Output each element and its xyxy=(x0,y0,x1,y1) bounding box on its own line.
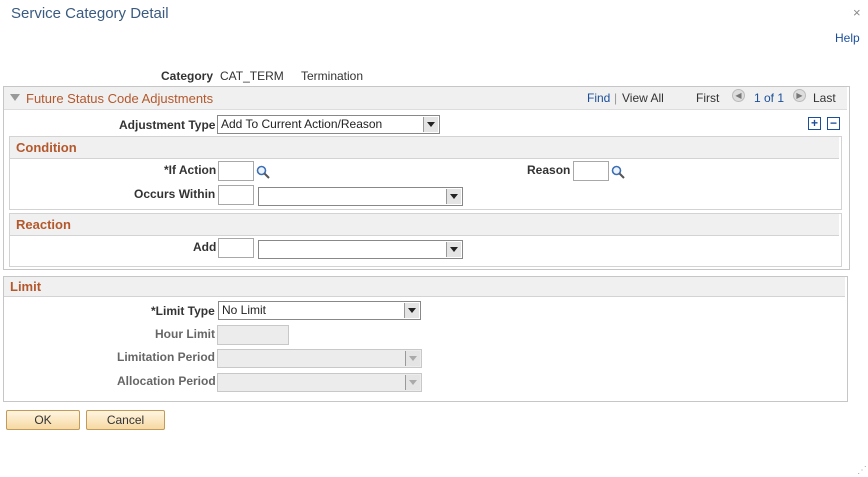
last-label: Last xyxy=(813,91,836,105)
hour-limit-input xyxy=(217,325,289,345)
ok-button[interactable]: OK xyxy=(6,410,80,430)
add-unit-select[interactable] xyxy=(258,240,463,259)
row-range: 1 of 1 xyxy=(754,91,785,105)
first-label: First xyxy=(696,91,720,105)
adjustment-type-label: Adjustment Type xyxy=(119,118,216,132)
add-row-icon[interactable]: + xyxy=(808,117,821,130)
chevron-down-icon xyxy=(446,242,461,257)
search-icon[interactable] xyxy=(256,165,270,179)
category-description: Termination xyxy=(301,69,364,83)
add-input[interactable] xyxy=(218,238,254,258)
help-link[interactable]: Help xyxy=(835,31,860,45)
limit-type-select[interactable]: No Limit xyxy=(218,301,421,320)
hour-limit-label: Hour Limit xyxy=(155,327,215,341)
scroll-area-title[interactable]: Future Status Code Adjustments xyxy=(26,91,213,106)
nav-separator: | xyxy=(614,91,618,105)
page-title: Service Category Detail xyxy=(11,5,169,22)
limitation-period-label: Limitation Period xyxy=(117,350,216,364)
limit-type-label: *Limit Type xyxy=(151,304,215,318)
chevron-down-icon xyxy=(404,303,419,318)
search-icon[interactable] xyxy=(611,165,625,179)
limit-header: Limit xyxy=(4,277,845,297)
reaction-header: Reaction xyxy=(10,214,839,236)
chevron-down-icon xyxy=(405,375,420,390)
view-all-link[interactable]: View All xyxy=(622,91,664,105)
close-icon[interactable]: × xyxy=(853,5,861,20)
adjustment-type-value: Add To Current Action/Reason xyxy=(221,117,383,131)
if-action-input[interactable] xyxy=(218,161,254,181)
reason-input[interactable] xyxy=(573,161,609,181)
remove-row-icon[interactable]: − xyxy=(827,117,840,130)
category-code: CAT_TERM xyxy=(220,69,284,83)
resize-grip-icon[interactable]: ⋰ xyxy=(857,465,867,476)
collapse-triangle-icon[interactable] xyxy=(10,94,20,101)
allocation-period-select xyxy=(217,373,422,392)
condition-header: Condition xyxy=(10,137,839,159)
chevron-down-icon xyxy=(405,351,420,366)
cancel-button[interactable]: Cancel xyxy=(86,410,165,430)
previous-arrow-icon[interactable]: ◀ xyxy=(732,89,745,102)
occurs-within-unit-select[interactable] xyxy=(258,187,463,206)
chevron-down-icon xyxy=(446,189,461,204)
occurs-within-label: Occurs Within xyxy=(134,187,216,201)
if-action-label: *If Action xyxy=(164,163,217,177)
limitation-period-select xyxy=(217,349,422,368)
next-arrow-icon[interactable]: ▶ xyxy=(793,89,806,102)
occurs-within-input[interactable] xyxy=(218,185,254,205)
chevron-down-icon xyxy=(423,117,438,132)
add-label: Add xyxy=(193,240,217,254)
adjustment-type-select[interactable]: Add To Current Action/Reason xyxy=(217,115,440,134)
reason-label: Reason xyxy=(527,163,571,177)
category-label: Category xyxy=(161,69,214,83)
limit-type-value: No Limit xyxy=(222,303,267,317)
find-link[interactable]: Find xyxy=(587,91,610,105)
allocation-period-label: Allocation Period xyxy=(117,374,216,388)
